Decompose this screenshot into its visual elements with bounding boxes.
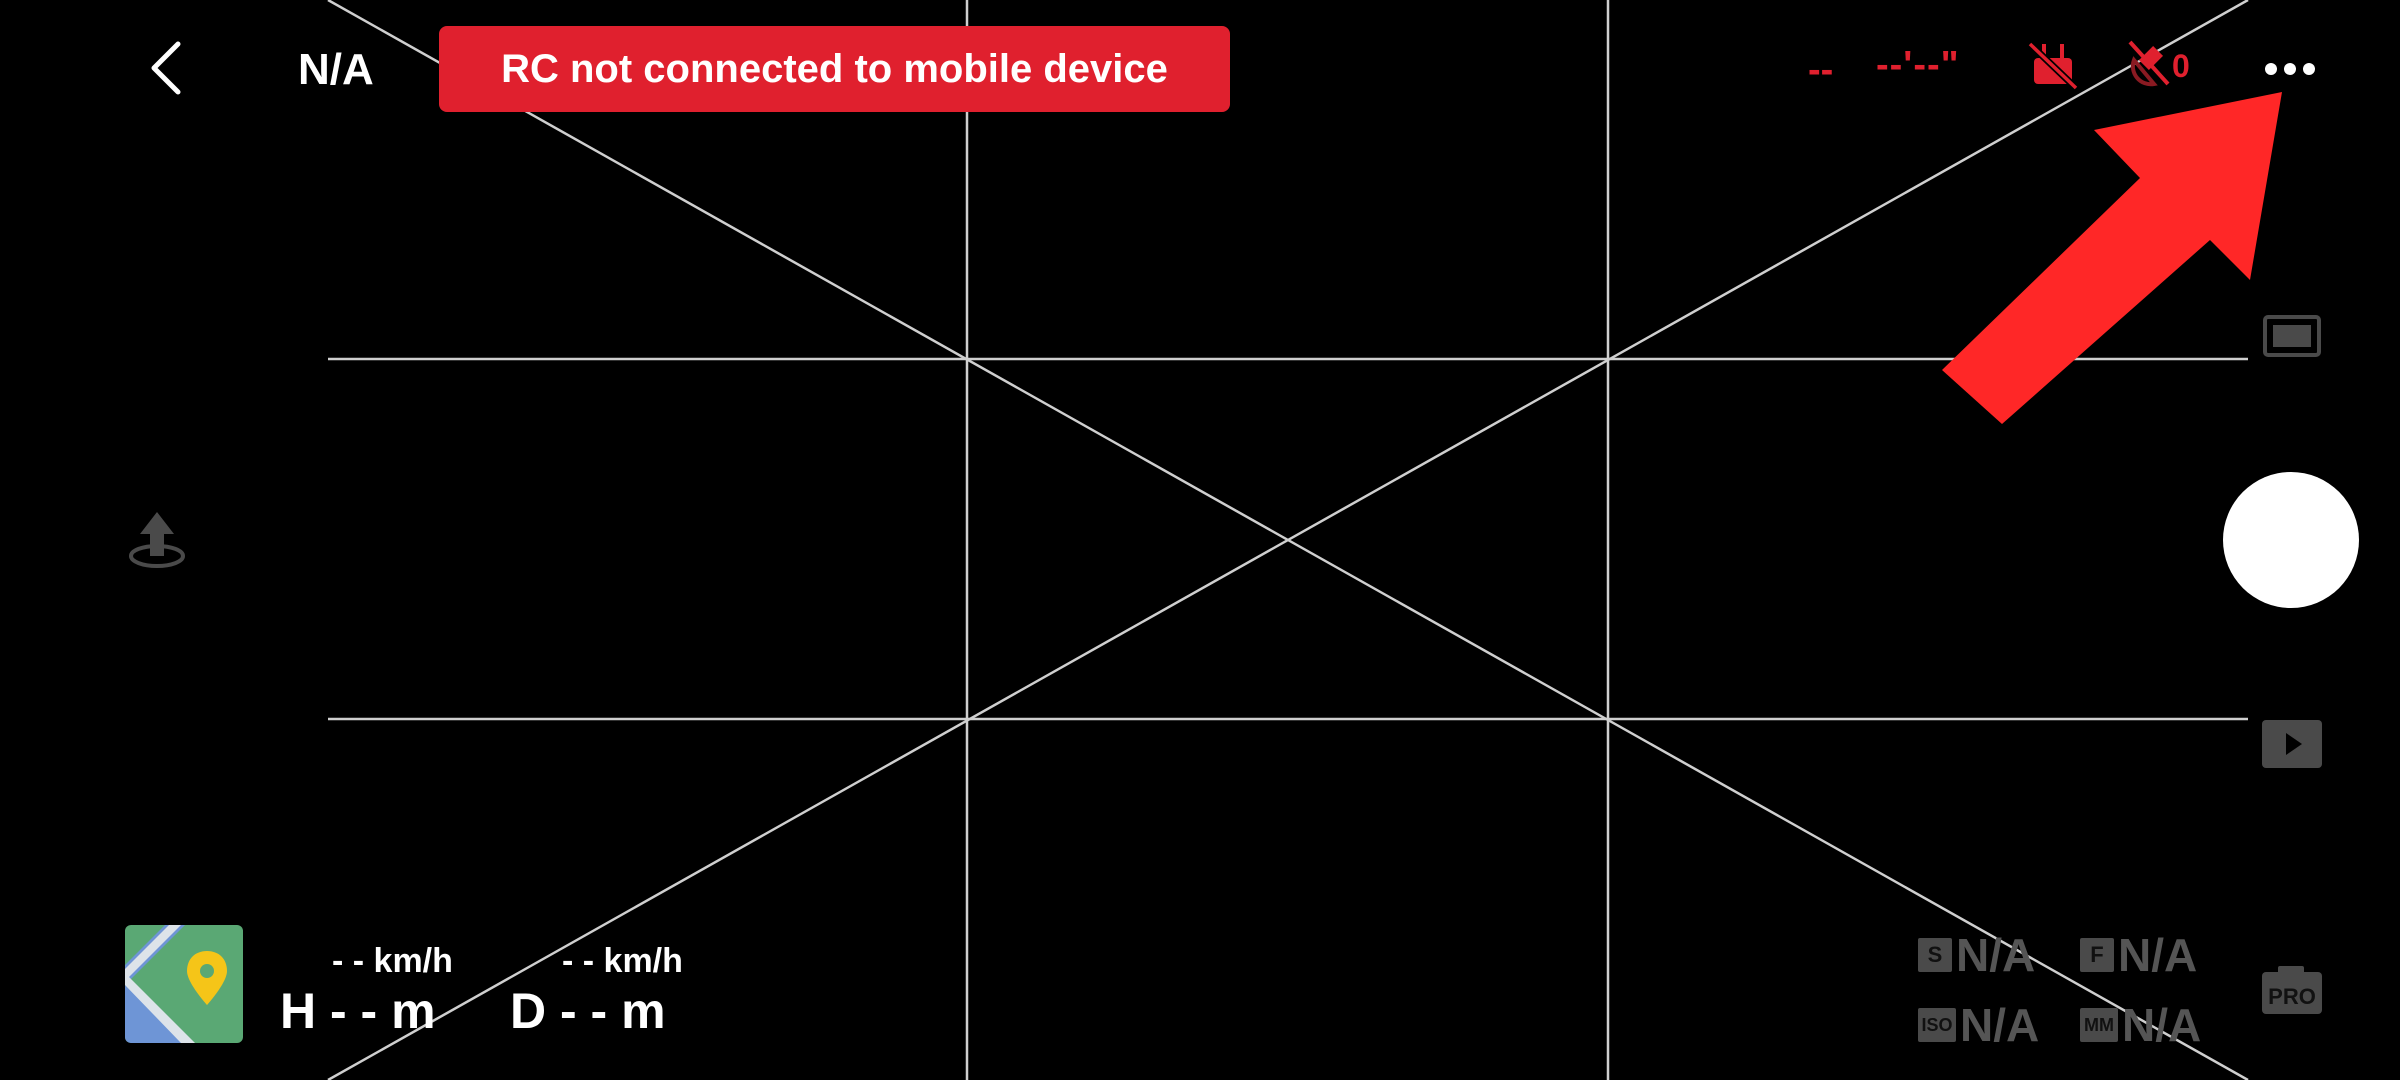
connection-status-banner[interactable]: RC not connected to mobile device xyxy=(439,26,1230,112)
chevron-left-icon xyxy=(151,41,181,95)
camera-view-screen: N/A RC not connected to mobile device --… xyxy=(0,0,2400,1080)
aperture-param[interactable]: F N/A xyxy=(2080,928,2197,982)
shutter-badge: S xyxy=(1918,938,1952,972)
height-readout: H - - m xyxy=(280,983,436,1039)
shutter-speed-value: N/A xyxy=(1956,929,2036,981)
distance-readout: D - - m xyxy=(510,983,666,1039)
exposure-value: N/A xyxy=(2122,999,2202,1051)
aircraft-name: N/A xyxy=(298,45,374,94)
exposure-param[interactable]: MM N/A xyxy=(2080,998,2201,1052)
playback-button[interactable] xyxy=(2262,720,2322,768)
back-button[interactable] xyxy=(140,36,200,100)
vertical-speed: - - km/h xyxy=(562,942,683,980)
map-icon xyxy=(125,925,243,1043)
metering-badge: MM xyxy=(2080,1008,2118,1042)
aperture-badge: F xyxy=(2080,938,2114,972)
annotation-arrow xyxy=(1942,92,2282,424)
takeoff-icon xyxy=(129,512,185,568)
aspect-ratio-button[interactable] xyxy=(2262,314,2322,358)
playback-icon xyxy=(2262,720,2322,768)
auto-takeoff-button[interactable] xyxy=(122,506,192,576)
horizontal-speed: - - km/h xyxy=(332,942,453,980)
map-button[interactable] xyxy=(125,925,243,1043)
pro-label: PRO xyxy=(2268,984,2316,1009)
iso-badge: ISO xyxy=(1918,1008,1956,1042)
aperture-value: N/A xyxy=(2118,929,2198,981)
aspect-ratio-icon xyxy=(2263,315,2321,357)
pro-camera-icon: PRO xyxy=(2262,966,2322,1014)
battery-level[interactable]: -- xyxy=(1808,30,1833,110)
shutter-button[interactable] xyxy=(2223,472,2359,608)
iso-value: N/A xyxy=(1960,999,2040,1051)
shutter-speed-param[interactable]: S N/A xyxy=(1918,928,2035,982)
iso-param[interactable]: ISO N/A xyxy=(1918,998,2039,1052)
pro-mode-button[interactable]: PRO xyxy=(2262,964,2322,1014)
